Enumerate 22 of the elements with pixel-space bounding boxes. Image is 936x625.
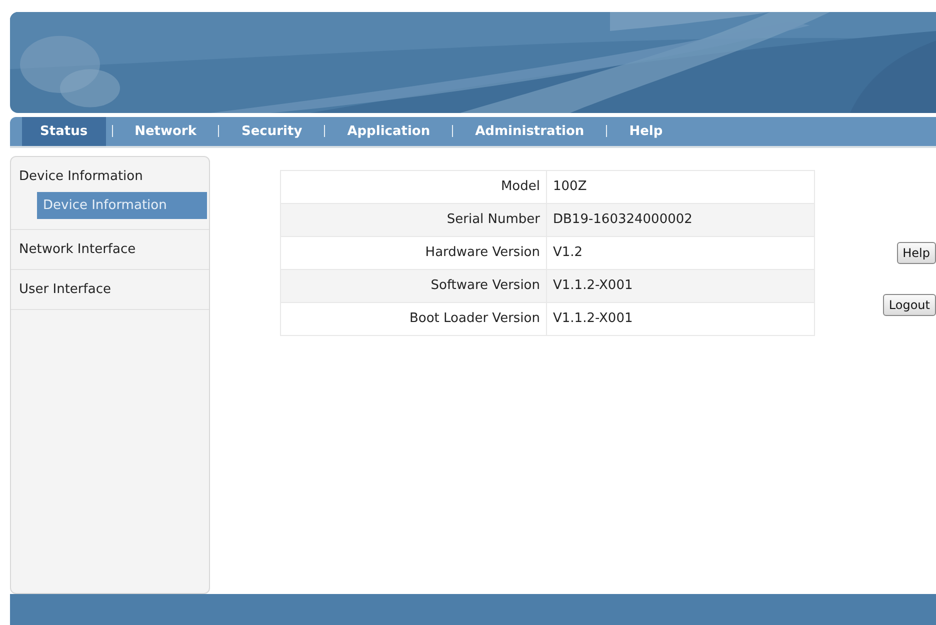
table-cell: V1.1.2-X001 xyxy=(546,302,814,336)
table-cell: Software Version xyxy=(280,269,546,302)
nav-tab[interactable]: Security xyxy=(225,116,318,146)
nav-tab[interactable]: Administration xyxy=(459,116,600,146)
nav-tab[interactable]: Application xyxy=(331,116,446,146)
sidebar-item[interactable]: Device Information xyxy=(11,162,151,190)
nav-tab[interactable]: Network xyxy=(118,116,212,146)
table-cell: Hardware Version xyxy=(280,236,546,270)
table-cell: Serial Number xyxy=(280,203,546,236)
table-cell: V1.2 xyxy=(546,236,814,270)
table-cell: V1.1.2-X001 xyxy=(546,269,814,302)
help-button[interactable]: Help xyxy=(896,242,936,264)
sidebar-item[interactable]: User Interface xyxy=(11,276,119,303)
nav-tab[interactable]: Help xyxy=(613,116,679,146)
sidebar-item[interactable]: Network Interface xyxy=(11,236,144,263)
table-cell: DB19-160324000002 xyxy=(546,203,814,236)
sidebar-subitem[interactable]: Device Information xyxy=(37,192,207,219)
logout-button[interactable]: Logout xyxy=(882,294,936,316)
nav-tab[interactable]: Status xyxy=(22,116,106,146)
table-cell: Model xyxy=(280,170,546,204)
table-cell: Boot Loader Version xyxy=(280,302,546,336)
table-cell: 100Z xyxy=(546,170,814,204)
